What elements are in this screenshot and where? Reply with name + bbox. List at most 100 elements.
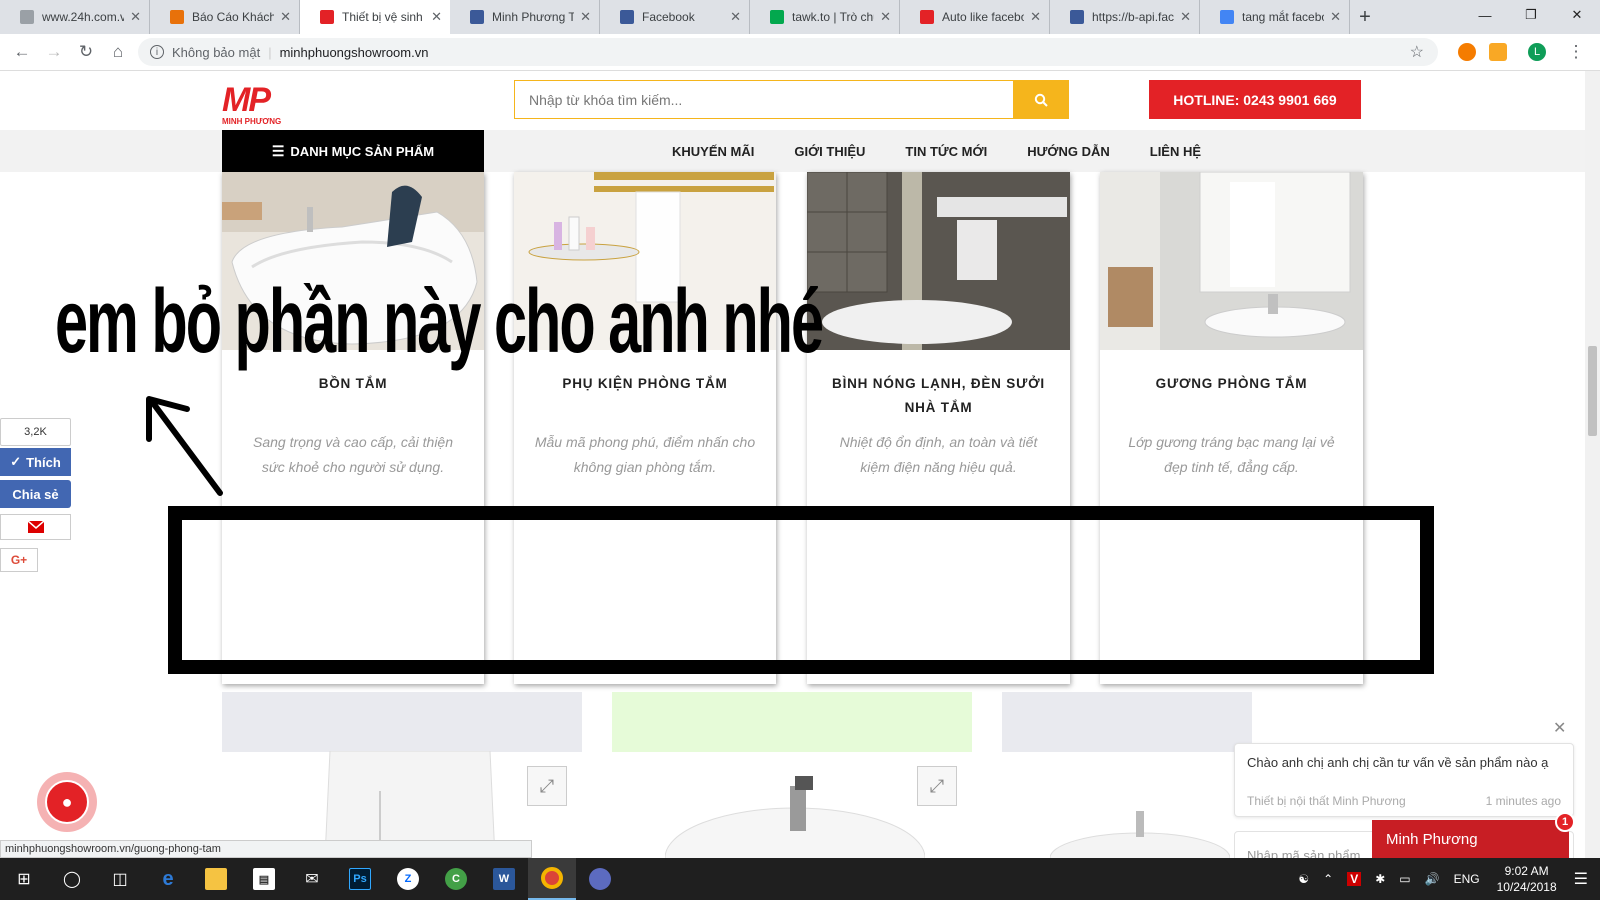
email-share-button[interactable] — [0, 514, 71, 540]
people-icon[interactable]: ☯ — [1298, 872, 1309, 886]
extension-orange-icon[interactable] — [1458, 43, 1476, 61]
mirror-image[interactable] — [1100, 172, 1363, 350]
chat-close-icon[interactable]: ✕ — [1553, 718, 1566, 738]
word-icon[interactable]: W — [480, 858, 528, 900]
product-title[interactable]: PHỤ KIỆN PHÒNG TẮM — [524, 372, 766, 396]
hamburger-icon: ☰ — [271, 142, 285, 159]
hotline-button[interactable]: HOTLINE: 0243 9901 669 — [1149, 80, 1361, 119]
app-icon[interactable] — [576, 858, 624, 900]
tab-close-icon[interactable]: ✕ — [1180, 9, 1191, 25]
home-icon[interactable]: ⌂ — [102, 36, 134, 68]
annotation-text: em bỏ phần này cho anh nhé — [55, 272, 824, 372]
task-view-icon[interactable]: ◫ — [96, 858, 144, 900]
chrome-icon[interactable] — [528, 858, 576, 900]
mp-logo-icon — [320, 10, 334, 24]
url-text[interactable]: minhphuongshowroom.vn — [280, 45, 429, 60]
tab-close-icon[interactable]: ✕ — [580, 9, 591, 25]
status-url: minhphuongshowroom.vn/guong-phong-tam — [0, 840, 532, 858]
annotation-highlight-box — [168, 506, 1434, 674]
google-icon — [1220, 10, 1234, 24]
facebook-like-button[interactable]: ✓ Thích — [0, 448, 71, 476]
search-input[interactable] — [515, 81, 1013, 118]
tab-close-icon[interactable]: ✕ — [431, 9, 442, 25]
info-icon[interactable]: i — [150, 45, 164, 59]
nav-item[interactable]: TIN TỨC MỚI — [905, 144, 987, 159]
windows-start-icon[interactable]: ⊞ — [0, 858, 48, 900]
chat-open-bar[interactable]: Minh Phương — [1372, 820, 1569, 858]
menu-kebab-icon[interactable]: ⋮ — [1560, 36, 1592, 68]
tab-close-icon[interactable]: ✕ — [1330, 9, 1341, 25]
network-icon[interactable]: ▭ — [1399, 872, 1410, 886]
shield-icon[interactable]: ✱ — [1375, 872, 1385, 886]
product-title[interactable]: BỒN TẮM — [232, 372, 474, 396]
profile-avatar-icon[interactable]: L — [1528, 43, 1546, 61]
language-indicator[interactable]: ENG — [1454, 872, 1480, 886]
tab-close-icon[interactable]: ✕ — [130, 9, 141, 25]
tab-close-icon[interactable]: ✕ — [880, 9, 891, 25]
heater-image[interactable] — [807, 172, 1070, 350]
edge-icon[interactable]: e — [144, 858, 192, 900]
forward-icon[interactable]: → — [38, 36, 70, 68]
sink-image[interactable] — [665, 776, 925, 858]
volume-icon[interactable]: 🔊 — [1425, 872, 1440, 886]
basin-image[interactable] — [1050, 811, 1230, 858]
tab-close-icon[interactable]: ✕ — [730, 9, 741, 25]
checkmark-icon: ✓ — [10, 454, 22, 469]
tab-close-icon[interactable]: ✕ — [1030, 9, 1041, 25]
browser-tab[interactable]: https://b-api.fac ✕ — [1050, 0, 1200, 34]
browser-tab[interactable]: www.24h.com.vn ✕ — [0, 0, 150, 34]
new-tab-button[interactable]: + — [1350, 0, 1380, 34]
browser-tab[interactable]: tawk.to | Trò chu ✕ — [750, 0, 900, 34]
tab-close-icon[interactable]: ✕ — [280, 9, 291, 25]
cortana-search-icon[interactable]: ◯ — [48, 858, 96, 900]
clock[interactable]: 9:02 AM 10/24/2018 — [1497, 863, 1557, 895]
contact-call-button[interactable]: ● — [37, 772, 97, 832]
category-menu-button[interactable]: ☰ DANH MỤC SẢN PHẨM — [222, 130, 484, 172]
expand-icon[interactable]: ⤢ — [917, 766, 957, 806]
tab-title: Minh Phương TC — [492, 10, 575, 24]
store-icon[interactable]: ▤ — [240, 858, 288, 900]
notification-icon[interactable]: ☰ — [1574, 869, 1588, 889]
nav-item[interactable]: HƯỚNG DẪN — [1027, 144, 1110, 159]
browser-tab[interactable]: Báo Cáo Khách H ✕ — [150, 0, 300, 34]
product-title[interactable]: BÌNH NÓNG LẠNH, ĐÈN SƯỞI NHÀ TẮM — [817, 372, 1060, 420]
chat-input-placeholder[interactable]: Nhập mã sản phẩm — [1247, 848, 1360, 859]
user-icon: ● — [45, 780, 89, 824]
close-window-icon[interactable]: ✕ — [1554, 0, 1600, 30]
mail-icon[interactable]: ✉ — [288, 858, 336, 900]
bookmark-star-icon[interactable]: ☆ — [1410, 42, 1424, 62]
product-description: Mẫu mã phong phú, điểm nhấn cho không gi… — [534, 434, 756, 475]
search-button[interactable] — [1013, 81, 1068, 118]
product-title[interactable]: GƯƠNG PHÒNG TẮM — [1110, 372, 1353, 396]
back-icon[interactable]: ← — [6, 36, 38, 68]
page-scrollbar[interactable] — [1585, 71, 1600, 858]
reload-icon[interactable]: ↻ — [70, 36, 102, 68]
minimize-icon[interactable]: — — [1462, 0, 1508, 30]
nav-item[interactable]: GIỚI THIỆU — [794, 144, 865, 159]
extension-chart-icon[interactable] — [1489, 43, 1507, 61]
coccoc-icon[interactable]: C — [432, 858, 480, 900]
restore-icon[interactable]: ❐ — [1508, 0, 1554, 30]
zalo-icon[interactable]: Z — [384, 858, 432, 900]
nav-item[interactable]: LIÊN HỆ — [1150, 144, 1201, 159]
browser-tab[interactable]: Minh Phương TC ✕ — [450, 0, 600, 34]
google-plus-share-button[interactable]: G+ — [0, 548, 38, 572]
chevron-up-icon[interactable]: ⌃ — [1323, 872, 1333, 886]
tab-title: tang mắt facebo — [1242, 10, 1325, 24]
expand-icon[interactable]: ⤢ — [527, 766, 567, 806]
omnibox[interactable]: i Không bảo mật | minhphuongshowroom.vn … — [138, 38, 1438, 66]
browser-tab[interactable]: Thiết bị vệ sinh - ✕ — [300, 0, 450, 34]
file-explorer-icon[interactable] — [192, 858, 240, 900]
browser-tab[interactable]: Facebook ✕ — [600, 0, 750, 34]
system-tray: ☯ ⌃ V ✱ ▭ 🔊 ENG 9:02 AM 10/24/2018 ☰ — [1291, 858, 1600, 900]
photoshop-icon[interactable]: Ps — [336, 858, 384, 900]
browser-tab[interactable]: Auto like facebo ✕ — [900, 0, 1050, 34]
facebook-share-button[interactable]: Chia sẻ — [0, 480, 71, 508]
report-icon — [170, 10, 184, 24]
site-logo[interactable]: MP MINH PHƯƠNG — [222, 83, 292, 129]
nav-item[interactable]: KHUYẾN MÃI — [672, 144, 754, 159]
scrollbar-thumb[interactable] — [1588, 346, 1597, 436]
antivirus-icon[interactable]: V — [1347, 872, 1362, 886]
tab-title: Thiết bị vệ sinh - — [342, 10, 426, 24]
browser-tab[interactable]: tang mắt facebo ✕ — [1200, 0, 1350, 34]
